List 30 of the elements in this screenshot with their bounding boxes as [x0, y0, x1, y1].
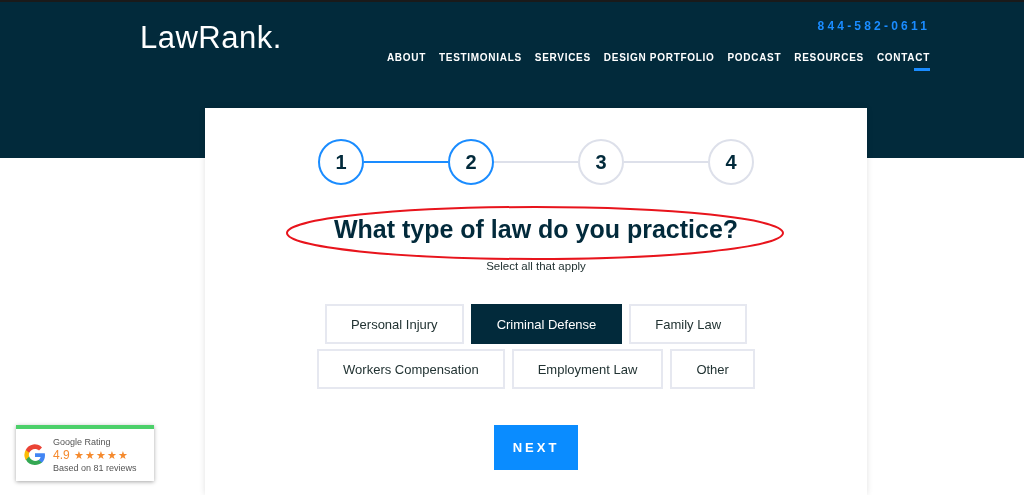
- hint-text: Select all that apply: [485, 260, 587, 272]
- option-button[interactable]: Personal Injury: [324, 304, 464, 344]
- option-button[interactable]: Workers Compensation: [317, 349, 505, 389]
- rating-score: 4.9: [53, 448, 70, 462]
- logo[interactable]: LawRank.: [140, 20, 282, 71]
- option-button[interactable]: Employment Law: [511, 349, 664, 389]
- question-title: What type of law do you practice?: [333, 214, 739, 245]
- review-count: Based on 81 reviews: [53, 463, 137, 473]
- nav-link[interactable]: CONTACT: [876, 52, 930, 71]
- star-icon: ★: [95, 449, 106, 461]
- step-circle: 3: [578, 139, 624, 185]
- rating-title: Google Rating: [53, 437, 112, 447]
- star-icon: ★: [84, 449, 95, 461]
- star-icon: ★: [117, 449, 128, 461]
- nav-link[interactable]: ABOUT: [386, 52, 426, 71]
- google-logo-icon: [23, 443, 47, 467]
- option-button[interactable]: Criminal Defense: [470, 304, 623, 344]
- step-circle: 4: [708, 139, 754, 185]
- nav-link[interactable]: RESOURCES: [794, 52, 864, 71]
- step-circle: 1: [318, 139, 364, 185]
- nav-link[interactable]: PODCAST: [727, 52, 782, 71]
- phone-link[interactable]: 844-582-0611: [817, 19, 930, 41]
- star-icon: ★: [73, 449, 84, 461]
- star-icon: ★: [106, 449, 117, 461]
- option-button[interactable]: Family Law: [629, 304, 748, 344]
- nav-link[interactable]: SERVICES: [534, 52, 591, 71]
- nav-link[interactable]: TESTIMONIALS: [439, 52, 522, 71]
- step-circle: 2: [448, 139, 494, 185]
- option-button[interactable]: Other: [670, 349, 755, 389]
- nav-link[interactable]: DESIGN PORTFOLIO: [603, 52, 715, 71]
